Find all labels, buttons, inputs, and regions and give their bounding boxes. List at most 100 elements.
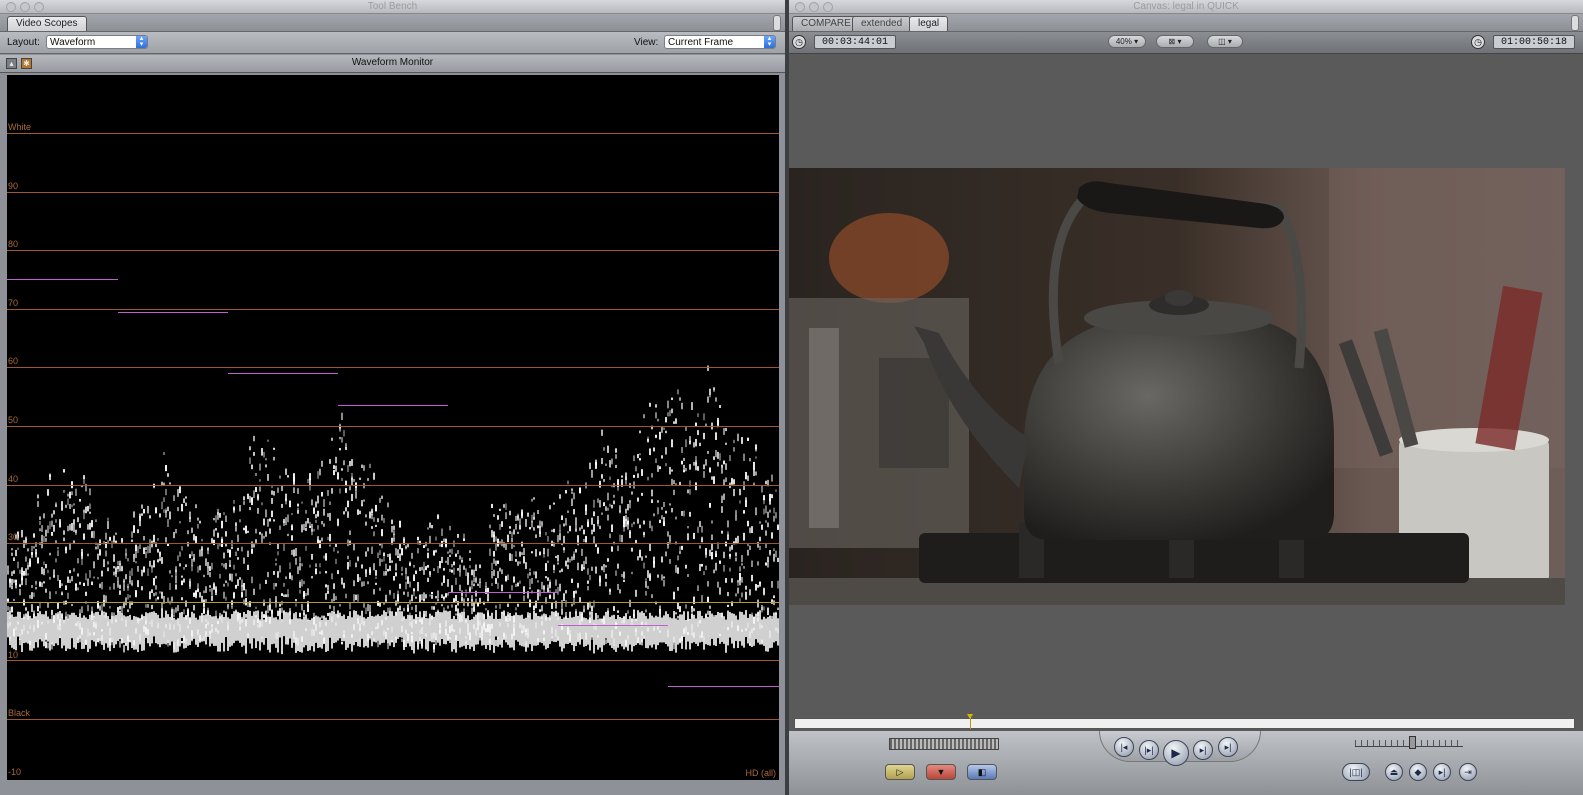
window-title: Canvas: legal in QUICK — [1133, 1, 1239, 12]
select-arrows-icon: ▴ ▾ — [136, 35, 147, 48]
canvas-window: Canvas: legal in QUICK COMPARE extended … — [789, 0, 1583, 795]
transport-controls: |◂ |▸| ▶ ▸| ▸| ▷ ▼ ◧ |◫| ⏏ ◆ ▸| ⇥ — [789, 731, 1583, 795]
graticule-label-70: 70 — [8, 298, 19, 308]
graticule-black — [7, 719, 779, 720]
next-edit-icon: ▸| — [1224, 742, 1232, 752]
window-title: Tool Bench — [367, 1, 418, 12]
hd-label: HD (all) — [745, 768, 777, 778]
graticule-label-10: 10 — [8, 650, 19, 660]
luma-marker — [448, 592, 558, 593]
graticule-70 — [7, 309, 779, 310]
luma-marker — [338, 405, 448, 406]
graticule-label-white: White — [8, 122, 32, 132]
play-around-icon: |▸| — [1144, 745, 1154, 755]
add-marker-button[interactable]: ◆ — [1409, 763, 1427, 781]
graticule-80 — [7, 250, 779, 251]
tab-compare[interactable]: COMPARE — [792, 16, 860, 31]
canvas-controls: ◷ 00:03:44:01 40% ▾ ⊠ ▾ ◫ ▾ ◷ 01:00:50:1… — [789, 32, 1583, 54]
luma-marker — [558, 625, 668, 626]
playhead-icon[interactable] — [967, 714, 973, 729]
keyframe-icon: ▸| — [1438, 767, 1446, 777]
graticule-label-neg10: -10 — [8, 767, 22, 777]
view-options-popup[interactable]: ⊠ ▾ — [1156, 35, 1194, 48]
resize-handle-icon[interactable] — [1571, 15, 1579, 31]
graticule-label-60: 60 — [8, 356, 19, 366]
graticule-50 — [7, 426, 779, 427]
tab-extended[interactable]: extended — [852, 16, 912, 31]
canvas-video-frame[interactable] — [789, 168, 1565, 605]
match-frame-icon: |◫| — [1349, 767, 1363, 777]
add-keyframe-button[interactable]: ▸| — [1433, 763, 1451, 781]
jog-knob[interactable] — [1409, 736, 1416, 749]
overwrite-button[interactable]: ▼ — [926, 764, 956, 780]
zoom-value: 40% — [1115, 37, 1132, 46]
graticule-white — [7, 133, 779, 134]
play-in-out-icon: |◂ — [1120, 742, 1128, 752]
kettle-frame-image — [789, 168, 1565, 605]
graticule-label-50: 50 — [8, 415, 19, 425]
view-label: View: — [634, 37, 659, 48]
layout-select-value: Waveform — [50, 37, 96, 48]
graticule-40 — [7, 485, 779, 486]
play-to-out-icon: ▸| — [1199, 745, 1207, 755]
next-edit-button[interactable]: ▸| — [1218, 737, 1238, 757]
graticule-label-90: 90 — [8, 181, 19, 191]
match-frame-button[interactable]: |◫| — [1342, 763, 1370, 781]
zoom-popup[interactable]: 40% ▾ — [1108, 35, 1146, 48]
resize-handle-icon[interactable] — [773, 15, 781, 31]
mark-clip-button[interactable]: ⏏ — [1385, 763, 1403, 781]
luma-marker — [228, 373, 338, 374]
replace-edit-icon: ◧ — [977, 767, 987, 777]
scope-title: Waveform Monitor — [351, 57, 434, 68]
tool-bench-tab-row: Video Scopes — [0, 14, 785, 32]
overlay-options-popup[interactable]: ◫ ▾ — [1207, 35, 1243, 48]
luma-marker — [7, 279, 118, 280]
graticule-30 — [7, 543, 779, 544]
mark-out-icon: ⇥ — [1464, 767, 1472, 777]
canvas-titlebar[interactable]: Canvas: legal in QUICK — [789, 0, 1583, 14]
timecode-clock-icon: ◷ — [792, 35, 806, 49]
play-in-to-out-button[interactable]: |◂ — [1114, 737, 1134, 757]
play-button[interactable]: ▶ — [1163, 740, 1189, 766]
play-to-out-button[interactable]: ▸| — [1193, 740, 1213, 760]
overlay-options-icon: ◫ ▾ — [1218, 37, 1232, 46]
shuttle-control[interactable] — [889, 738, 999, 750]
play-around-current-button[interactable]: |▸| — [1139, 740, 1159, 760]
mark-clip-icon: ⏏ — [1389, 767, 1399, 777]
graticule-label-80: 80 — [8, 239, 19, 249]
graticule-20 — [7, 602, 779, 603]
current-timecode[interactable]: 00:03:44:01 — [814, 35, 897, 49]
tool-bench-window: Tool Bench Video Scopes Layout: Waveform… — [0, 0, 785, 795]
timeline-scrubber[interactable] — [794, 714, 1575, 729]
graticule-90 — [7, 192, 779, 193]
luma-marker — [668, 686, 779, 687]
layout-select[interactable]: Waveform ▴ ▾ — [46, 35, 148, 49]
layout-label: Layout: — [7, 37, 40, 48]
duration-clock-icon: ◷ — [1471, 35, 1485, 49]
tab-legal[interactable]: legal — [909, 16, 949, 31]
duration-timecode[interactable]: 01:00:50:18 — [1493, 35, 1576, 49]
graticule-10 — [7, 660, 779, 661]
tool-bench-titlebar[interactable]: Tool Bench — [0, 0, 785, 14]
luma-marker — [118, 312, 228, 313]
scope-controls: Layout: Waveform ▴ ▾ View: Current Frame … — [0, 32, 785, 54]
graticule-label-black: Black — [8, 708, 31, 718]
view-options-icon: ⊠ ▾ — [1168, 37, 1182, 46]
marker-icon: ◆ — [1414, 767, 1422, 777]
graticule-label-40: 40 — [8, 474, 19, 484]
waveform-samples — [7, 365, 779, 655]
play-icon: ▶ — [1171, 746, 1181, 760]
insert-button[interactable]: ▷ — [885, 764, 915, 780]
view-select[interactable]: Current Frame ▴ ▾ — [664, 35, 776, 49]
insert-edit-icon: ▷ — [896, 767, 904, 777]
canvas-tab-row: COMPARE extended legal — [789, 14, 1583, 32]
select-arrows-icon: ▴ ▾ — [764, 35, 775, 48]
graticule-label-30: 30 — [8, 532, 19, 542]
waveform-monitor: White 90 80 70 60 50 40 30 10 Black -10 … — [7, 75, 779, 780]
graticule-60 — [7, 367, 779, 368]
tab-video-scopes[interactable]: Video Scopes — [7, 16, 87, 31]
scope-header: ▴ ✱ Waveform Monitor — [0, 55, 785, 73]
waveform-trace — [7, 365, 779, 655]
replace-button[interactable]: ◧ — [967, 764, 997, 780]
mark-out-button[interactable]: ⇥ — [1459, 763, 1477, 781]
